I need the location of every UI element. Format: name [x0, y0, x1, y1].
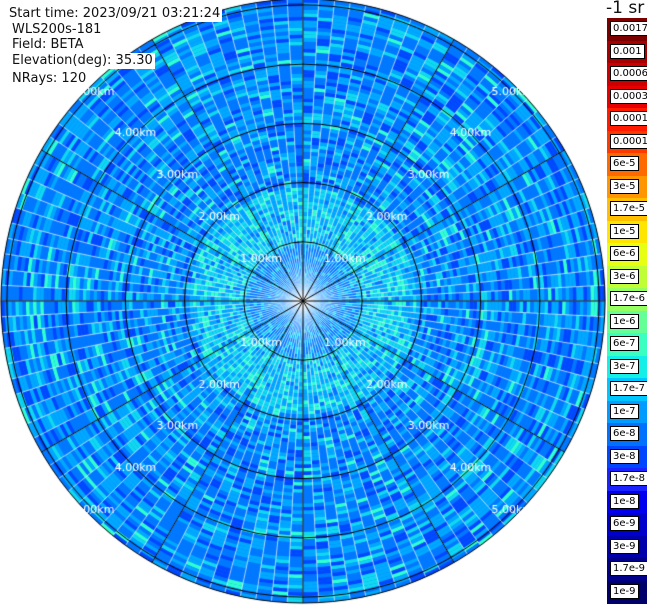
colorbar-tick-label: 3e-5 — [610, 178, 639, 194]
colorbar-tick-label: 1.7e-6 — [610, 291, 647, 307]
colorbar-tick-label: 6e-9 — [610, 516, 639, 532]
colorbar-tick-label: 0.001 — [610, 43, 645, 59]
colorbar-unit: -1 sr — [606, 0, 645, 18]
ppi-scan-plot — [0, 0, 606, 607]
colorbar-tick-label: 3e-9 — [610, 538, 639, 554]
colorbar-tick-label: 6e-7 — [610, 336, 639, 352]
colorbar-tick-label: 0.0003 — [610, 88, 647, 104]
colorbar-tick-label: 1e-8 — [610, 493, 639, 509]
colorbar-tick-label: 3e-8 — [610, 448, 639, 464]
colorbar-tick-label: 0.00017 — [610, 111, 647, 127]
elevation-label: Elevation(deg): 35.30 — [10, 53, 155, 69]
start-time-label: Start time: 2023/09/21 03:21:24 — [7, 6, 223, 22]
colorbar: 0.0017 0.001 0.0006 0.0003 0.00017 0.0001 6e-5… — [607, 18, 647, 604]
colorbar-tick-label: 6e-5 — [610, 156, 639, 172]
nrays-label: NRays: 120 — [10, 71, 89, 87]
field-label: Field: BETA — [10, 37, 86, 53]
colorbar-tick-label: 0.0001 — [610, 133, 647, 149]
colorbar-tick-label: 1e-6 — [610, 313, 639, 329]
colorbar-tick-label: 1.7e-9 — [610, 561, 647, 577]
colorbar-tick-label: 1.7e-8 — [610, 471, 647, 487]
colorbar-tick-label: 6e-6 — [610, 246, 639, 262]
colorbar-tick-label: 0.0017 — [610, 21, 647, 37]
colorbar-tick-label: 3e-7 — [610, 358, 639, 374]
colorbar-tick-label: 0.0006 — [610, 66, 647, 82]
colorbar-tick-label: 1e-5 — [610, 223, 639, 239]
colorbar-tick-label: 1.7e-7 — [610, 381, 647, 397]
colorbar-tick-label: 1.7e-5 — [610, 201, 647, 217]
colorbar-tick-label: 1e-7 — [610, 403, 639, 419]
colorbar-tick-label: 6e-8 — [610, 426, 639, 442]
colorbar-tick-label: 3e-6 — [610, 268, 639, 284]
device-label: WLS200s-181 — [10, 22, 104, 38]
colorbar-tick-label: 1e-9 — [610, 583, 639, 599]
